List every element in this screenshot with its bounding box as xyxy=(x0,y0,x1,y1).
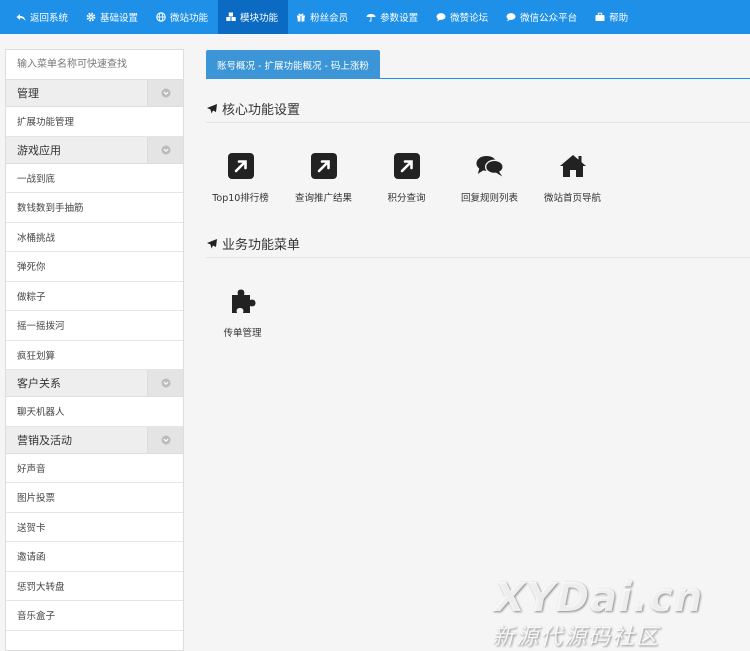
gear-icon xyxy=(86,12,96,22)
sidebar-item[interactable]: 图片投票 xyxy=(6,483,183,513)
tile-home-nav[interactable]: 微站首页导航 xyxy=(531,152,614,204)
group-toggle[interactable] xyxy=(147,136,183,163)
nav-label: 粉丝会员 xyxy=(310,13,349,24)
nav-item-members[interactable]: 粉丝会员 xyxy=(288,0,358,34)
group-toggle[interactable] xyxy=(147,80,183,106)
sidebar-item[interactable]: 好声音 xyxy=(6,453,183,483)
nav-label: 帮助 xyxy=(609,13,629,24)
core-tiles: Top10排行榜 查询推广结果 积分查询 回复规则列表 微站首页导航 xyxy=(199,152,614,204)
sidebar-item[interactable]: 送贺卡 xyxy=(6,512,183,542)
breadcrumb-bar: 账号概况 - 扩展功能概况 - 码上涨粉 xyxy=(206,50,750,79)
external-link-icon xyxy=(393,152,421,180)
external-link-icon xyxy=(310,152,338,180)
plane-icon xyxy=(207,238,217,248)
puzzle-icon xyxy=(229,287,257,315)
comments-icon xyxy=(475,152,504,180)
menu-search xyxy=(6,50,183,80)
nav-item-wechat-platform[interactable]: 微信公众平台 xyxy=(498,0,587,34)
nav-label: 参数设置 xyxy=(380,13,419,24)
section-title-business: 业务功能菜单 xyxy=(206,234,300,253)
nav-label: 微信公众平台 xyxy=(520,13,578,24)
nav-item-modules[interactable]: 模块功能 xyxy=(218,0,289,34)
sidebar-item[interactable]: 冰桶挑战 xyxy=(6,222,183,252)
chevron-down-circle-icon xyxy=(161,88,170,98)
tile-top10[interactable]: Top10排行榜 xyxy=(199,152,282,204)
sidebar-item[interactable]: 扩展功能管理 xyxy=(6,107,183,137)
section-title-text: 业务功能菜单 xyxy=(222,238,301,253)
sidebar-item[interactable]: 聊天机器人 xyxy=(6,397,183,427)
group-title: 营销及活动 xyxy=(17,433,72,447)
nav-item-help[interactable]: 帮助 xyxy=(587,0,638,34)
tile-label: 传单管理 xyxy=(223,328,262,339)
tile-label: 回复规则列表 xyxy=(460,193,518,204)
sidebar: 管理 扩展功能管理 游戏应用 一战到底 数钱数到手抽筋 冰桶挑战 弹死你 做粽子… xyxy=(5,49,184,651)
nav-item-forum[interactable]: 微赞论坛 xyxy=(428,0,498,34)
group-title: 客户关系 xyxy=(17,377,61,390)
home-icon xyxy=(559,152,587,180)
tile-label: Top10排行榜 xyxy=(212,193,269,204)
section-divider xyxy=(206,122,750,123)
cubes-icon xyxy=(226,12,236,21)
section-title-text: 核心功能设置 xyxy=(222,103,301,118)
group-title: 管理 xyxy=(17,87,39,100)
group-toggle[interactable] xyxy=(147,426,183,453)
nav-item-basic-settings[interactable]: 基础设置 xyxy=(78,0,148,34)
nav-label: 微赞论坛 xyxy=(450,13,489,24)
external-link-icon xyxy=(227,152,255,180)
comment-icon xyxy=(436,13,446,22)
chevron-down-circle-icon xyxy=(161,378,170,388)
nav-item-return[interactable]: 返回系统 xyxy=(8,0,78,34)
sidebar-item[interactable]: 摇一摇拨河 xyxy=(6,311,183,341)
briefcase-icon xyxy=(595,12,605,21)
sidebar-group-games[interactable]: 游戏应用 xyxy=(6,136,183,164)
sidebar-item[interactable]: 疯狂划算 xyxy=(6,340,183,370)
chevron-down-circle-icon xyxy=(161,145,170,154)
chevron-down-circle-icon xyxy=(161,435,170,444)
plane-icon xyxy=(207,103,217,113)
tile-points-query[interactable]: 积分查询 xyxy=(365,152,448,204)
business-tiles: 传单管理 xyxy=(201,287,284,339)
nav-item-params[interactable]: 参数设置 xyxy=(358,0,428,34)
main-content: 账号概况 - 扩展功能概况 - 码上涨粉 核心功能设置 Top10排行榜 查询推… xyxy=(196,34,750,651)
section-divider xyxy=(206,257,750,258)
sidebar-item[interactable]: 音乐盒子 xyxy=(6,601,183,631)
tile-flyer-manage[interactable]: 传单管理 xyxy=(201,287,284,339)
tile-promo-results[interactable]: 查询推广结果 xyxy=(282,152,365,204)
umbrella-icon xyxy=(366,14,376,22)
nav-label: 模块功能 xyxy=(240,13,279,24)
sidebar-item[interactable]: 数钱数到手抽筋 xyxy=(6,193,183,223)
sidebar-item[interactable]: 邀请函 xyxy=(6,542,183,572)
tile-label: 积分查询 xyxy=(387,193,426,204)
sidebar-item[interactable]: 做粽子 xyxy=(6,281,183,311)
group-title: 游戏应用 xyxy=(17,143,61,157)
reply-icon xyxy=(16,14,26,21)
sidebar-item[interactable]: 弹死你 xyxy=(6,252,183,282)
comment-icon xyxy=(506,13,516,22)
sidebar-group-crm[interactable]: 客户关系 xyxy=(6,370,183,397)
tile-label: 微站首页导航 xyxy=(543,193,601,204)
breadcrumb-tab[interactable]: 账号概况 - 扩展功能概况 - 码上涨粉 xyxy=(206,50,380,79)
nav-label: 返回系统 xyxy=(30,13,69,24)
sidebar-item[interactable]: 惩罚大转盘 xyxy=(6,571,183,601)
section-title-core: 核心功能设置 xyxy=(206,99,300,118)
globe-icon xyxy=(156,12,166,22)
gift-icon xyxy=(297,13,306,22)
sidebar-item[interactable]: 一战到底 xyxy=(6,163,183,193)
menu-search-input[interactable] xyxy=(6,50,183,79)
tile-label: 查询推广结果 xyxy=(294,193,352,204)
sidebar-group-manage[interactable]: 管理 xyxy=(6,80,183,107)
nav-item-microsite[interactable]: 微站功能 xyxy=(148,0,218,34)
nav-label: 基础设置 xyxy=(100,13,139,24)
tile-reply-rules[interactable]: 回复规则列表 xyxy=(448,152,531,204)
top-nav: 返回系统 基础设置 微站功能 模块功能 粉丝会员 参数设置 微赞论坛 微信公众平… xyxy=(0,0,750,34)
group-toggle[interactable] xyxy=(147,370,183,396)
sidebar-group-marketing[interactable]: 营销及活动 xyxy=(6,426,183,454)
nav-label: 微站功能 xyxy=(170,13,209,24)
